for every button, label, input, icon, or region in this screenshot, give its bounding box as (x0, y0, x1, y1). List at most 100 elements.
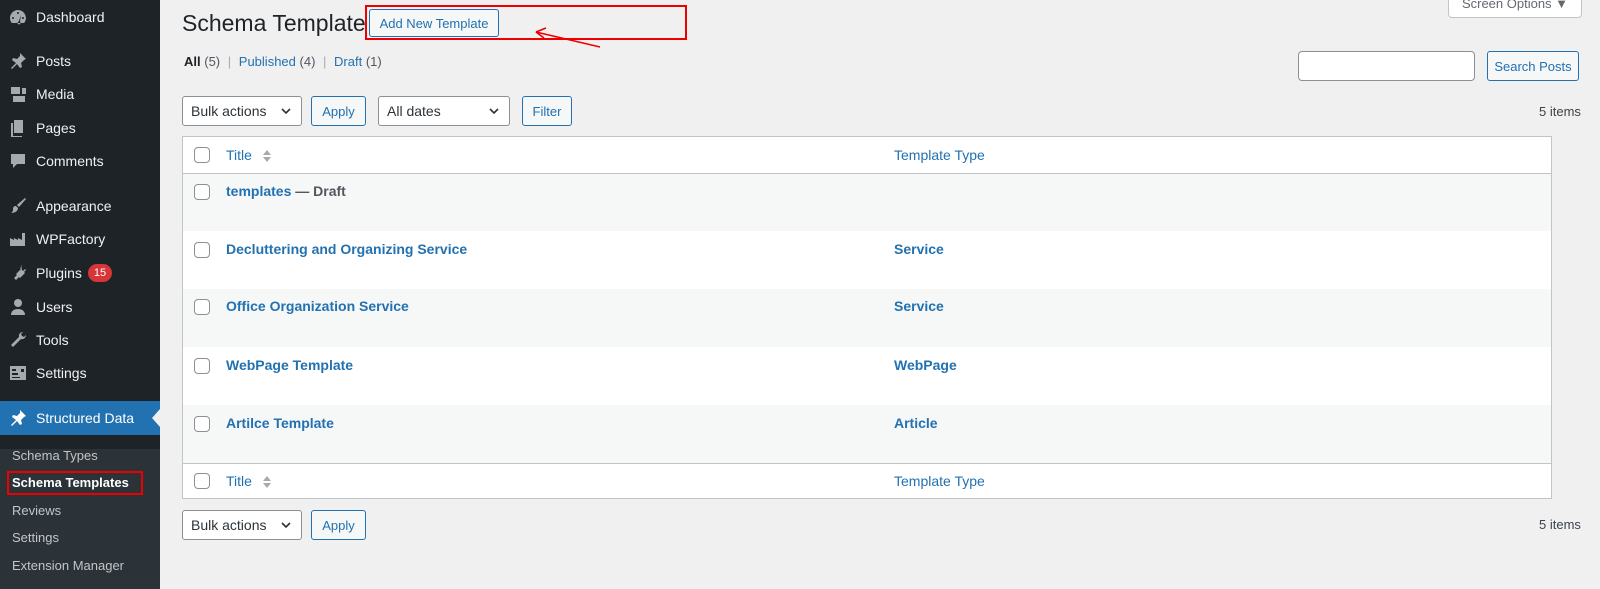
sidebar-item-tools[interactable]: Tools (0, 323, 160, 357)
column-header-title[interactable]: Title (226, 147, 272, 163)
row-title-cell: Artilce Template (226, 415, 334, 431)
brush-icon (0, 196, 36, 216)
filter-published-count: (4) (299, 54, 316, 69)
filter-draft-count: (1) (365, 54, 382, 69)
row-title-cell: Decluttering and Organizing Service (226, 241, 467, 257)
sort-icon[interactable] (262, 149, 272, 163)
page-title: Schema Template (182, 10, 366, 36)
row-checkbox[interactable] (194, 358, 210, 374)
pin-icon (0, 408, 36, 428)
column-title-label[interactable]: Title (226, 147, 252, 163)
settings-icon (0, 363, 36, 383)
row-title-link[interactable]: Office Organization Service (226, 298, 409, 314)
sidebar-item-label: Settings (36, 365, 87, 381)
screen-options-button[interactable]: Screen Options ▼ (1448, 0, 1582, 18)
filter-separator: | (227, 54, 232, 69)
bulk-actions-select-top[interactable]: Bulk actions (182, 96, 302, 126)
sidebar-item-plugins[interactable]: Plugins 15 (0, 256, 160, 290)
chevron-down-icon (489, 108, 499, 115)
chevron-down-icon (281, 522, 291, 529)
dashboard-icon (0, 7, 36, 27)
bulk-actions-value: Bulk actions (191, 103, 267, 119)
filter-published-link[interactable]: Published (239, 54, 296, 69)
filter-button[interactable]: Filter (522, 96, 572, 126)
row-template-type[interactable]: Article (894, 415, 938, 431)
chevron-down-icon (281, 108, 291, 115)
sidebar-item-pages[interactable]: Pages (0, 111, 160, 145)
user-icon (0, 297, 36, 317)
items-count-top: 5 items (1539, 104, 1581, 119)
filter-draft-link[interactable]: Draft (334, 54, 362, 69)
status-filter-links: All (5) | Published (4) | Draft (1) (184, 54, 382, 69)
sort-icon[interactable] (262, 475, 272, 489)
column-footer-template-type[interactable]: Template Type (894, 473, 985, 489)
search-input[interactable] (1298, 51, 1475, 81)
table-row: templates — Draft (183, 174, 1551, 231)
pages-icon (0, 118, 36, 138)
submenu-item-reviews[interactable]: Reviews (12, 503, 61, 518)
row-checkbox[interactable] (194, 242, 210, 258)
row-title-link[interactable]: templates (226, 183, 291, 199)
sidebar-item-label: Tools (36, 332, 69, 348)
filter-all-link[interactable]: All (184, 54, 201, 69)
sidebar-item-dashboard[interactable]: Dashboard (0, 0, 160, 34)
sidebar-item-comments[interactable]: Comments (0, 144, 160, 178)
sidebar-item-posts[interactable]: Posts (0, 44, 160, 78)
bulk-actions-select-bottom[interactable]: Bulk actions (182, 510, 302, 540)
row-checkbox[interactable] (194, 416, 210, 432)
add-new-template-button[interactable]: Add New Template (369, 9, 499, 37)
dates-filter-select[interactable]: All dates (378, 96, 510, 126)
row-post-state: — Draft (295, 183, 346, 199)
dates-value: All dates (387, 103, 441, 119)
row-title-cell: WebPage Template (226, 357, 353, 373)
wrench-icon (0, 330, 36, 350)
comments-icon (0, 151, 36, 171)
structured-data-submenu: Schema Types Schema Templates Reviews Se… (0, 448, 160, 589)
row-title-link[interactable]: Decluttering and Organizing Service (226, 241, 467, 257)
row-title-link[interactable]: WebPage Template (226, 357, 353, 373)
sidebar-item-settings[interactable]: Settings (0, 356, 160, 390)
row-title-cell: Office Organization Service (226, 298, 409, 314)
admin-sidebar: Dashboard Posts Media Pages Comments App… (0, 0, 160, 589)
table-row: Artilce Template Article (183, 405, 1551, 463)
row-title-cell: templates — Draft (226, 183, 346, 199)
table-footer-row: Title Template Type (183, 464, 1551, 498)
pin-icon (0, 51, 36, 71)
plug-icon (0, 263, 36, 283)
column-footer-title[interactable]: Title (226, 473, 272, 489)
search-posts-button[interactable]: Search Posts (1487, 51, 1579, 81)
sidebar-item-label: Users (36, 299, 73, 315)
sidebar-item-label: Appearance (36, 198, 112, 214)
sidebar-item-structured-data[interactable]: Structured Data (0, 401, 160, 435)
row-template-type[interactable]: Service (894, 298, 944, 314)
factory-icon (0, 229, 36, 249)
select-all-checkbox-footer[interactable] (194, 473, 210, 489)
row-title-link[interactable]: Artilce Template (226, 415, 334, 431)
row-template-type[interactable]: Service (894, 241, 944, 257)
column-title-label[interactable]: Title (226, 473, 252, 489)
sidebar-item-wpfactory[interactable]: WPFactory (0, 222, 160, 256)
apply-button-top[interactable]: Apply (311, 96, 366, 126)
main-content: Screen Options ▼ Schema Template Add New… (160, 0, 1600, 589)
submenu-item-schema-types[interactable]: Schema Types (12, 448, 98, 463)
row-checkbox[interactable] (194, 299, 210, 315)
column-header-template-type[interactable]: Template Type (894, 147, 985, 163)
sidebar-item-users[interactable]: Users (0, 290, 160, 324)
select-all-checkbox[interactable] (194, 147, 210, 163)
apply-button-bottom[interactable]: Apply (311, 510, 366, 540)
submenu-item-extension-manager[interactable]: Extension Manager (12, 558, 124, 573)
items-count-bottom: 5 items (1539, 517, 1581, 532)
submenu-item-settings[interactable]: Settings (12, 530, 59, 545)
sidebar-item-label: Dashboard (36, 9, 105, 25)
row-checkbox[interactable] (194, 184, 210, 200)
table-row: WebPage Template WebPage (183, 347, 1551, 405)
sidebar-item-label: Plugins (36, 265, 82, 281)
plugins-update-badge: 15 (87, 264, 113, 282)
sidebar-item-media[interactable]: Media (0, 77, 160, 111)
sidebar-item-label: WPFactory (36, 231, 106, 247)
row-template-type[interactable]: WebPage (894, 357, 957, 373)
filter-all-count: (5) (204, 54, 221, 69)
sidebar-item-label: Posts (36, 53, 72, 69)
sidebar-item-label: Media (36, 86, 75, 102)
sidebar-item-appearance[interactable]: Appearance (0, 189, 160, 223)
